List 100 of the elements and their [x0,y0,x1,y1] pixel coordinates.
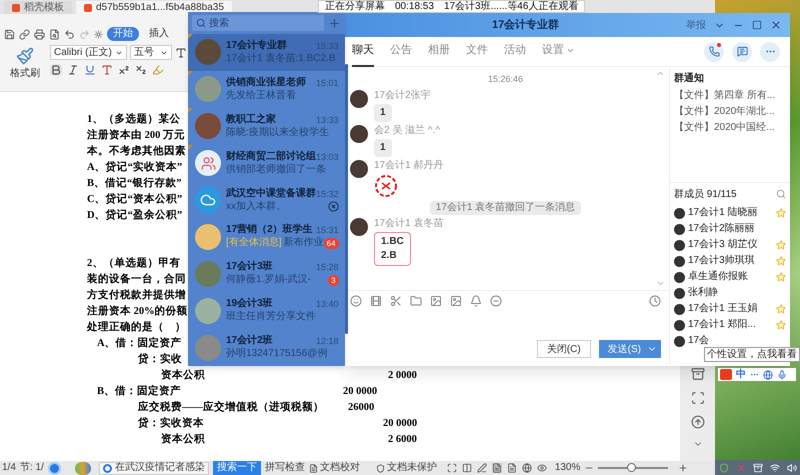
superscript-icon[interactable] [118,64,130,76]
send-button[interactable]: 发送(S) [598,340,661,358]
message-bubble: 1 [374,138,392,156]
member-item[interactable]: 17会计3帅琪琪 [670,253,790,269]
archive-icon[interactable] [690,367,704,381]
close-button[interactable]: 关闭(C) [536,340,591,358]
font-color-icon[interactable] [101,64,113,76]
subscript-icon[interactable] [135,64,147,76]
chat-list-item[interactable]: 供销商业张星老师 15:01 先发给王林晋看 [188,70,345,108]
chat-tab[interactable]: 聊天 [352,36,374,66]
notice-item[interactable]: 【文件】2020中国经... [674,121,786,134]
zoom-value[interactable]: 130% [554,463,580,473]
call-button[interactable] [704,42,724,62]
app-icon[interactable] [74,462,91,474]
folder-icon[interactable] [410,294,422,306]
slider-thumb[interactable] [627,463,636,472]
spell-check-text[interactable]: 拼写检查 [264,463,305,473]
photo-icon[interactable] [430,294,442,306]
screenshot-icon[interactable] [690,391,704,405]
font-select[interactable]: Calibri (正文) [50,45,127,60]
chat-time: 13:33 [316,114,339,126]
close-icon[interactable] [770,19,782,31]
message-button[interactable] [732,42,752,62]
format-painter-button[interactable]: 格式刷 [10,45,40,79]
chat-tab[interactable]: 公告 [390,36,412,66]
save-icon[interactable] [4,28,15,40]
globe-icon[interactable] [763,370,773,380]
page-view-icon[interactable] [492,463,502,473]
chat-tab[interactable]: 活动 [504,36,526,66]
member-item[interactable]: 17会计1 王玉娟 [670,301,790,317]
ime-logo-icon[interactable] [720,369,732,380]
chat-list-item[interactable]: 17会计2班 12:18 孙明13247175156@例 [188,329,345,366]
share-duration: 00:18:53 [395,2,434,12]
document-text: 资本公积 [161,368,206,384]
grow-font-icon[interactable] [174,46,187,58]
chat-list-item[interactable]: 财经商贸二部讨论组13:03 供销部老师撤回了一条 [188,144,345,182]
member-item[interactable]: 17会 [670,333,790,349]
chat-list-item[interactable]: 教职工之家 13:33 陈晓:疫期以来全校学生 [188,108,345,145]
input-mode[interactable]: 中 [736,370,746,380]
chat-list-item[interactable]: 17营销（2）班学生 15:31 [有全体消息] 新布作业 64 [188,218,345,256]
member-item[interactable]: 卓生通你报账 [670,269,790,285]
upload-icon[interactable] [690,415,704,429]
proofread-text[interactable]: 文档校对 [308,463,360,473]
search-button[interactable]: 搜索一下 [212,461,261,475]
two-page-icon[interactable] [462,463,472,473]
ribbon-tab[interactable]: 开始 [107,27,139,41]
italic-icon[interactable] [67,64,79,76]
chat-tab[interactable]: 文件 [466,36,488,66]
chat-preview: 孙明13247175156@例 [226,348,328,360]
news-search-field[interactable]: 在武汉疫情记者感染 [98,462,209,474]
volume-icon[interactable] [786,462,796,472]
scissors-icon[interactable] [390,294,402,306]
fullscreen-icon[interactable] [446,463,457,473]
chat-tab[interactable]: 相册 [428,36,450,66]
browser-icon[interactable] [48,462,61,474]
member-item[interactable]: 17会计1 郑阳... [670,317,790,333]
maximize-icon[interactable] [752,20,762,30]
chat-time: 15:28 [316,261,339,274]
avatar-placeholder [674,288,685,298]
underline-icon[interactable] [84,64,96,76]
notice-item[interactable]: 【文件】第四章 所有... [674,89,786,102]
member-item[interactable]: 17会计3 胡芷仪 [670,237,790,253]
link-icon[interactable] [19,28,30,40]
video-icon[interactable] [370,294,382,306]
shield-icon[interactable] [718,462,728,472]
ribbon-tab[interactable]: 插入 [143,27,175,41]
history-icon[interactable] [649,294,661,306]
minus-circle-icon[interactable] [490,294,502,306]
member-item[interactable]: 张利静 [670,285,790,301]
chat-list-item[interactable]: 17会计3班 15:28 何静薇1.罗娟-武汉- 3 [188,255,345,292]
chat-tab[interactable]: 设置 [542,36,575,66]
print-preview-icon[interactable] [49,28,60,40]
globe-icon[interactable] [522,463,532,473]
undo-icon[interactable] [64,28,75,40]
chat-time: 12:18 [316,335,339,348]
chat-list-item[interactable]: 武汉空中课堂备课群15:32 xx加入本群。 [188,182,345,218]
avatar-placeholder [350,124,368,142]
emoji-icon[interactable] [350,294,362,306]
zoom-in-icon[interactable] [678,463,688,473]
print-icon[interactable] [34,28,45,40]
search-icon[interactable] [776,189,786,199]
web-view-icon[interactable] [506,463,517,473]
chat-list-item[interactable]: 19会计3班 13:40 班主任肖芳分享文件 [188,292,345,330]
sender-name: 会2 吴 滋兰 ^.^ [374,124,440,136]
microphone-icon[interactable] [777,370,787,380]
image-icon[interactable] [450,294,462,306]
protection-text[interactable]: 文档未保护 [376,463,437,473]
document-tab[interactable]: 稻壳模板 [4,1,72,14]
pen-icon[interactable] [476,463,487,473]
bell-icon[interactable] [470,294,482,306]
network-icon[interactable] [770,462,780,472]
font-size-select[interactable]: 五号 [130,45,172,60]
document-tab[interactable]: d57b559b1a1...f5b4a88ba35 [76,1,232,14]
member-item[interactable]: 17会计2陈丽丽 [670,221,790,237]
notice-item[interactable]: 【文件】2020年湖北... [674,105,786,118]
avatar-placeholder [674,256,685,266]
member-item[interactable]: 17会计1 陆晓丽 [670,205,790,221]
eye-icon[interactable] [536,463,547,473]
tray-icon[interactable] [752,462,762,472]
bold-icon[interactable] [50,64,62,76]
